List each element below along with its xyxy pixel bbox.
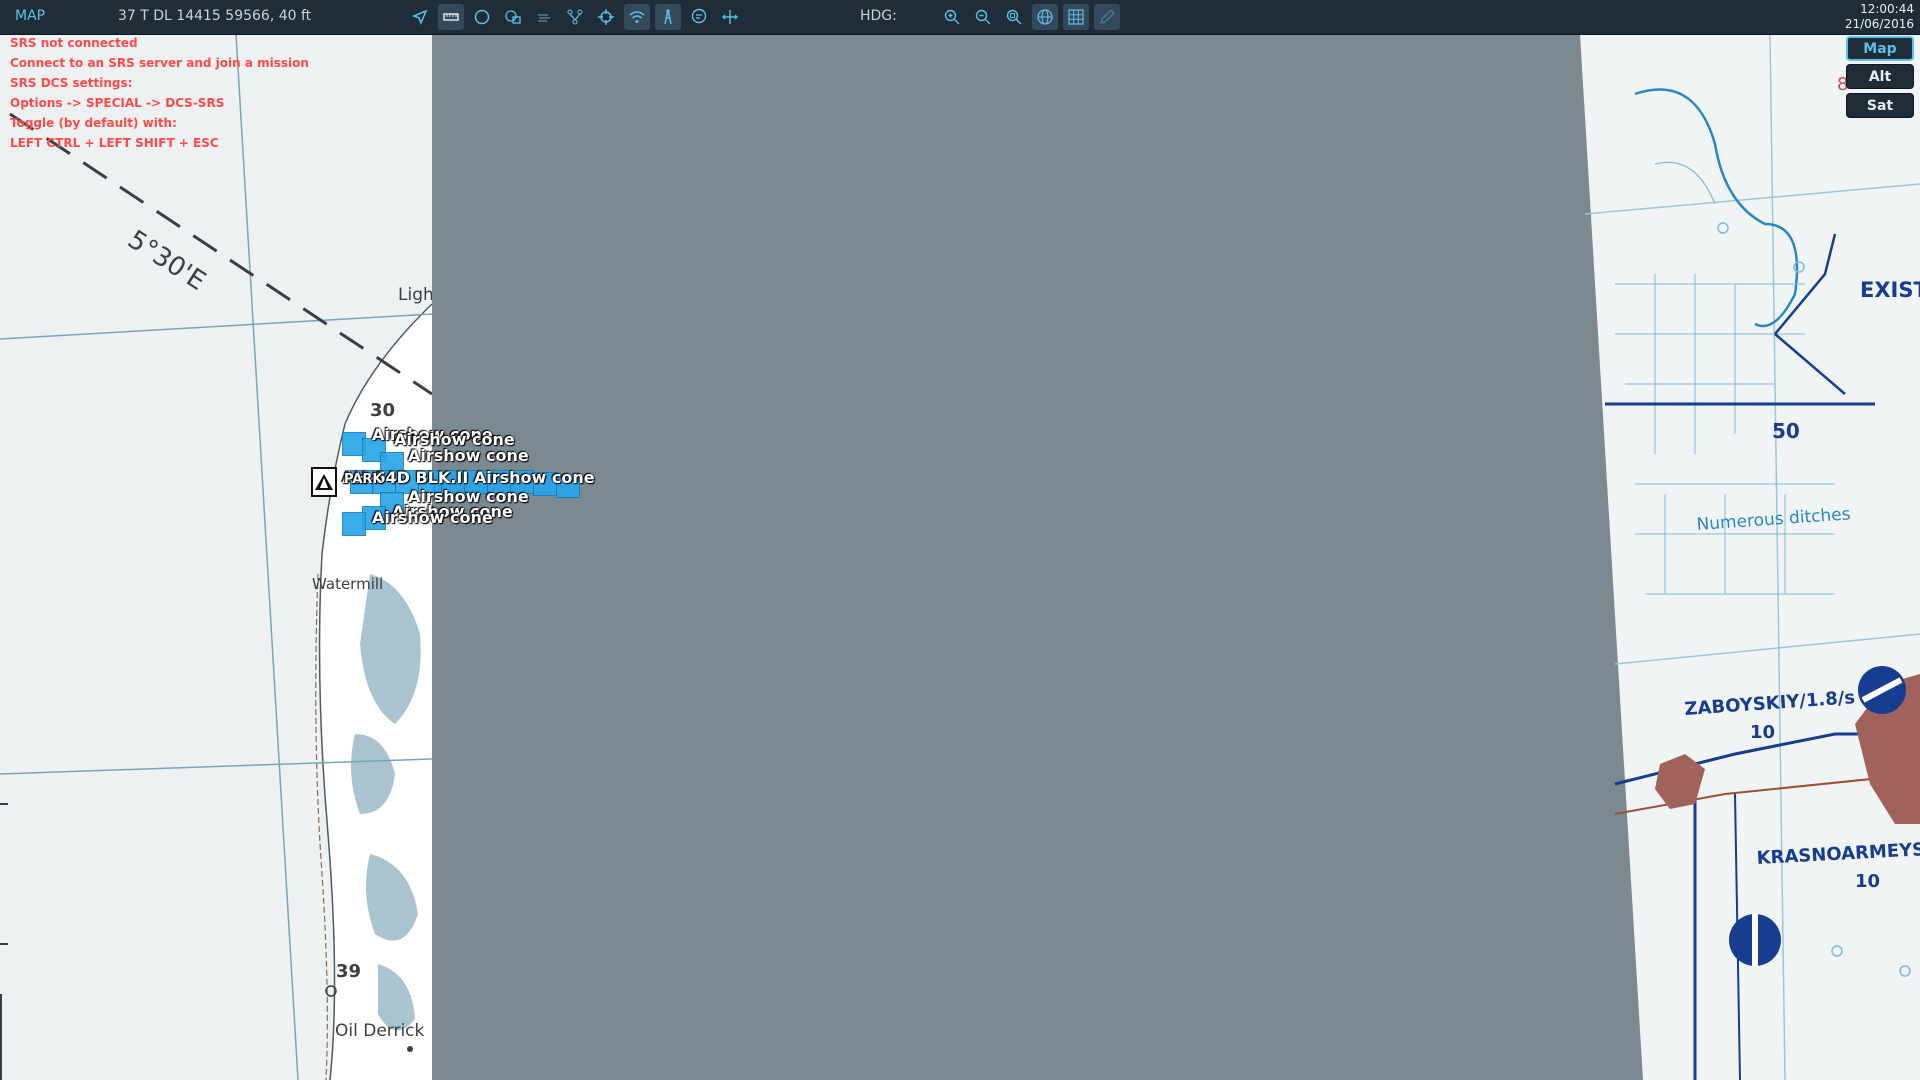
move-icon[interactable] bbox=[717, 4, 743, 30]
airfield-icon[interactable] bbox=[310, 466, 338, 498]
chat-stack-icon[interactable] bbox=[500, 4, 526, 30]
clock-time: 12:00:44 bbox=[1860, 2, 1914, 16]
tower-icon[interactable] bbox=[655, 4, 681, 30]
map-tile-left[interactable]: 5°30'E Ligh 30 Watermill 39 Oil Derrick bbox=[0, 34, 432, 1080]
zoom-out-icon[interactable] bbox=[970, 4, 996, 30]
unit-marker[interactable] bbox=[342, 512, 366, 536]
existe-label: EXISTE bbox=[1860, 278, 1920, 302]
watermill-label: Watermill bbox=[312, 575, 383, 593]
wifi-icon[interactable] bbox=[624, 4, 650, 30]
srs-line-1: SRS not connected bbox=[10, 36, 138, 50]
oil-derrick-label: Oil Derrick bbox=[335, 1021, 425, 1041]
elevation-10b-label: 10 bbox=[1855, 871, 1880, 892]
zoom-in-icon[interactable] bbox=[939, 4, 965, 30]
srs-line-2: Connect to an SRS server and join a miss… bbox=[10, 56, 309, 70]
top-toolbar: MAP 37 T DL 14415 59566, 40 ft HDG: 12:0… bbox=[0, 0, 1920, 35]
layer-sat-button[interactable]: Sat bbox=[1846, 93, 1914, 118]
srs-line-3: SRS DCS settings: bbox=[10, 76, 133, 90]
ruler-icon[interactable] bbox=[438, 4, 464, 30]
srs-status-panel: SRS not connected Connect to an SRS serv… bbox=[10, 33, 309, 153]
message-icon[interactable] bbox=[686, 4, 712, 30]
light-label: Ligh bbox=[398, 285, 432, 305]
navigate-icon[interactable] bbox=[407, 4, 433, 30]
circle-icon[interactable] bbox=[469, 4, 495, 30]
srs-line-6: LEFT CTRL + LEFT SHIFT + ESC bbox=[10, 136, 219, 150]
sim-clock: 12:00:44 21/06/2016 bbox=[1845, 2, 1914, 32]
layer-map-button[interactable]: Map bbox=[1846, 36, 1914, 61]
clock-date: 21/06/2016 bbox=[1844, 17, 1914, 31]
layer-alt-button[interactable]: Alt bbox=[1846, 64, 1914, 89]
weather-icon[interactable] bbox=[531, 4, 557, 30]
grid-icon[interactable] bbox=[1063, 4, 1089, 30]
cursor-coordinates: 37 T DL 14415 59566, 40 ft bbox=[118, 8, 312, 24]
krasnoarmeysk-label: KRASNOARMEYSK bbox=[1756, 838, 1920, 869]
elevation-39-label: 39 bbox=[336, 961, 361, 982]
heading-readout: HDG: bbox=[860, 8, 897, 24]
elevation-30-label: 30 bbox=[370, 400, 395, 421]
map-tile-right[interactable]: EXISTE 50 Numerous ditches ZABOYSKIY/1.8… bbox=[1575, 34, 1920, 1080]
zoom-fit-icon[interactable] bbox=[1001, 4, 1027, 30]
branch-icon[interactable] bbox=[562, 4, 588, 30]
globe-icon[interactable] bbox=[1032, 4, 1058, 30]
airfield-label: PARK bbox=[344, 472, 383, 487]
zaboyskiy-label: ZABOYSKIY/1.8/s bbox=[1684, 687, 1856, 720]
srs-line-4: Options -> SPECIAL -> DCS-SRS bbox=[10, 96, 225, 110]
unit-label-cone-6: Airshow cone bbox=[372, 508, 493, 527]
numerous-ditches-label: Numerous ditches bbox=[1696, 504, 1851, 535]
elevation-50-label: 50 bbox=[1772, 419, 1800, 443]
srs-line-5: Toggle (by default) with: bbox=[10, 116, 177, 130]
crosshair-icon[interactable] bbox=[593, 4, 619, 30]
elevation-10a-label: 10 bbox=[1750, 722, 1775, 743]
pencil-icon[interactable] bbox=[1094, 4, 1120, 30]
unit-label-cone-3: Airshow cone bbox=[408, 446, 529, 465]
map-mode-label: MAP bbox=[15, 8, 46, 24]
